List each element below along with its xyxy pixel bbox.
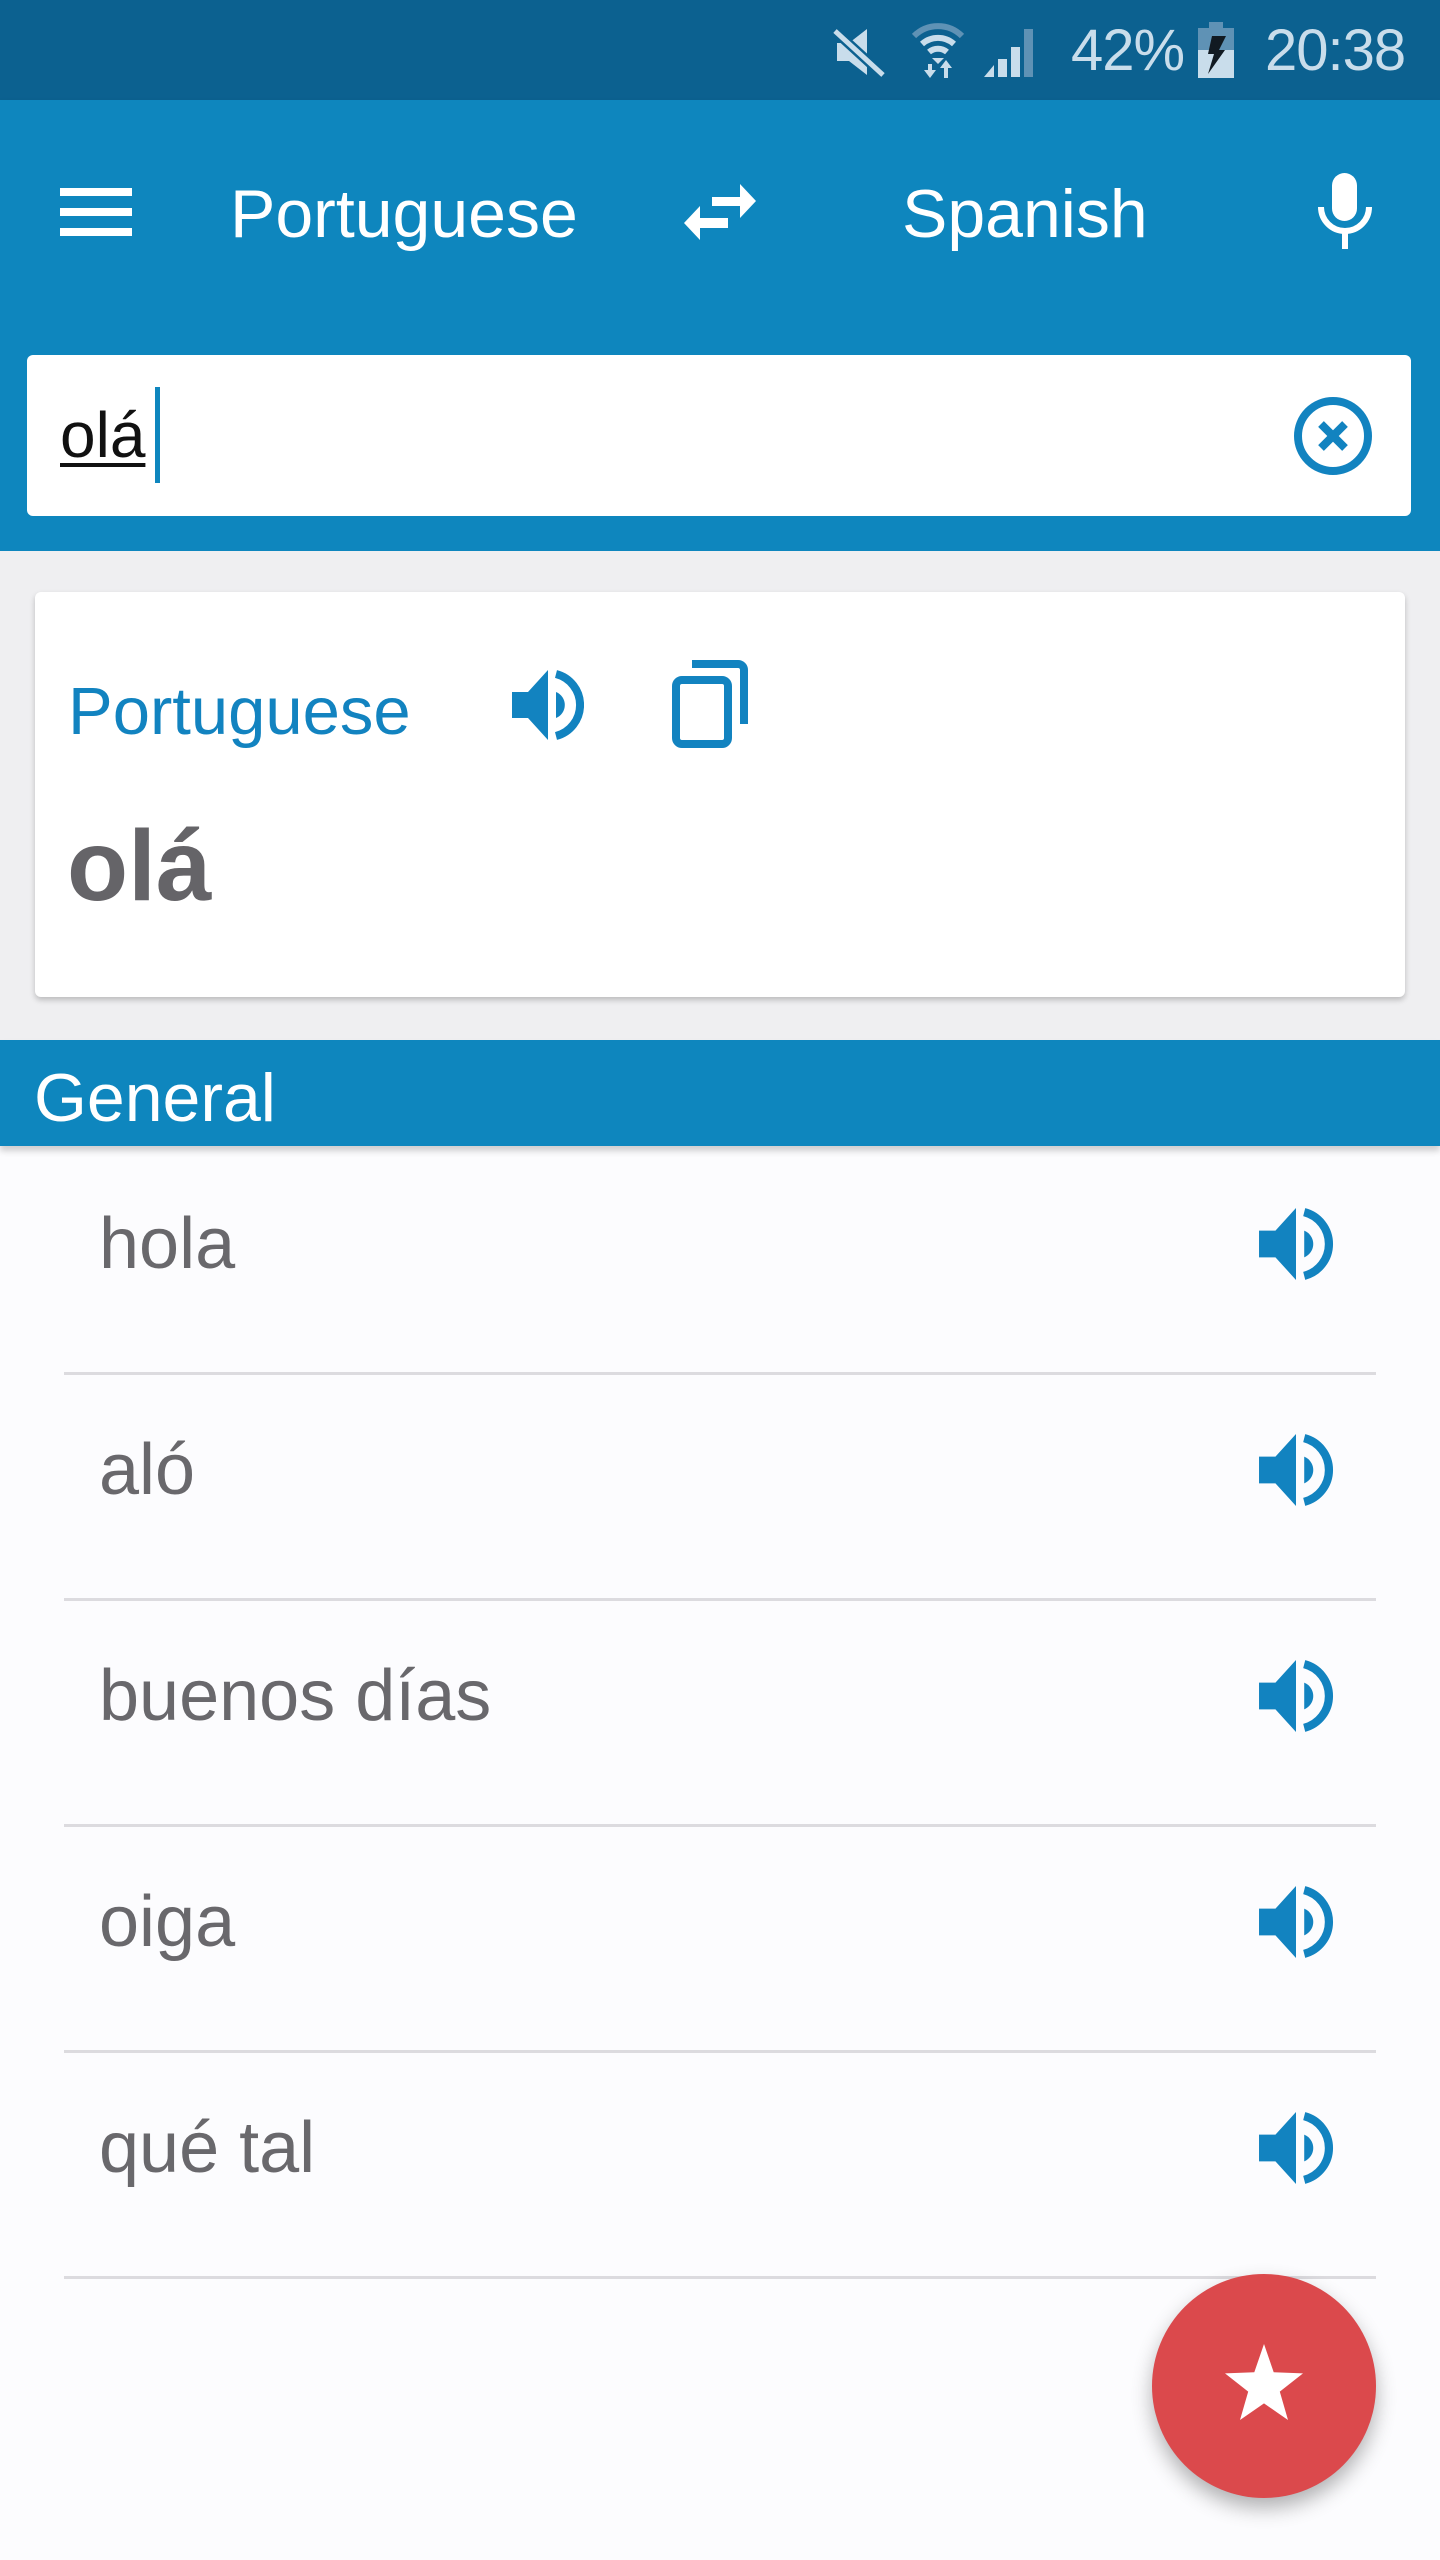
source-language-selector[interactable]: Portuguese bbox=[230, 174, 578, 254]
favorite-fab-button[interactable] bbox=[1152, 2274, 1376, 2498]
translation-text: hola bbox=[99, 1204, 236, 1284]
copy-icon bbox=[672, 660, 748, 748]
translation-text: qué tal bbox=[99, 2108, 316, 2188]
clock: 20:38 bbox=[1265, 18, 1406, 83]
speak-translation-button[interactable] bbox=[1256, 2110, 1336, 2186]
mute-icon bbox=[833, 27, 885, 77]
search-input-text[interactable]: olá bbox=[60, 399, 145, 471]
translation-text: aló bbox=[99, 1430, 196, 1510]
divider bbox=[64, 2276, 1376, 2279]
star-icon bbox=[1223, 2344, 1305, 2422]
list-item[interactable]: oiga bbox=[0, 1827, 1440, 2053]
list-item[interactable]: hola bbox=[0, 1149, 1440, 1375]
search-input[interactable]: olá bbox=[27, 355, 1411, 516]
speaker-icon bbox=[1259, 1660, 1333, 1732]
speaker-icon bbox=[1259, 1208, 1333, 1280]
section-header: General bbox=[0, 1040, 1440, 1146]
voice-input-button[interactable] bbox=[1296, 160, 1392, 260]
speak-translation-button[interactable] bbox=[1256, 1432, 1336, 1508]
status-bar: 42% 20:38 bbox=[0, 0, 1440, 100]
list-item[interactable]: buenos días bbox=[0, 1601, 1440, 1827]
speaker-icon bbox=[1259, 2112, 1333, 2184]
battery-percent: 42% bbox=[1071, 18, 1185, 83]
wifi-icon bbox=[910, 22, 966, 78]
copy-button[interactable] bbox=[657, 650, 761, 754]
swap-languages-button[interactable] bbox=[670, 164, 770, 260]
source-language-label: Portuguese bbox=[68, 674, 411, 749]
translation-text: oiga bbox=[99, 1882, 236, 1962]
section-title: General bbox=[34, 1060, 276, 1136]
speak-translation-button[interactable] bbox=[1256, 1658, 1336, 1734]
clear-circle-x-icon bbox=[1293, 396, 1373, 476]
speak-translation-button[interactable] bbox=[1256, 1206, 1336, 1282]
hamburger-menu-icon bbox=[60, 188, 132, 236]
target-language-selector[interactable]: Spanish bbox=[902, 174, 1148, 254]
speaker-icon bbox=[512, 670, 584, 740]
source-word: olá bbox=[67, 810, 212, 922]
source-word-card: Portuguese olá bbox=[35, 592, 1405, 997]
translation-text: buenos días bbox=[99, 1656, 492, 1736]
swap-arrows-icon bbox=[684, 184, 756, 240]
microphone-icon bbox=[1317, 173, 1373, 249]
list-item[interactable]: aló bbox=[0, 1375, 1440, 1601]
speaker-icon bbox=[1259, 1434, 1333, 1506]
clear-search-button[interactable] bbox=[1285, 388, 1381, 484]
menu-button[interactable] bbox=[44, 164, 148, 260]
list-item[interactable]: qué tal bbox=[0, 2053, 1440, 2279]
speaker-icon bbox=[1259, 1886, 1333, 1958]
text-cursor bbox=[155, 387, 160, 483]
signal-icon bbox=[982, 25, 1034, 77]
speak-source-button[interactable] bbox=[497, 654, 601, 754]
battery-charging-icon bbox=[1198, 22, 1234, 78]
speak-translation-button[interactable] bbox=[1256, 1884, 1336, 1960]
